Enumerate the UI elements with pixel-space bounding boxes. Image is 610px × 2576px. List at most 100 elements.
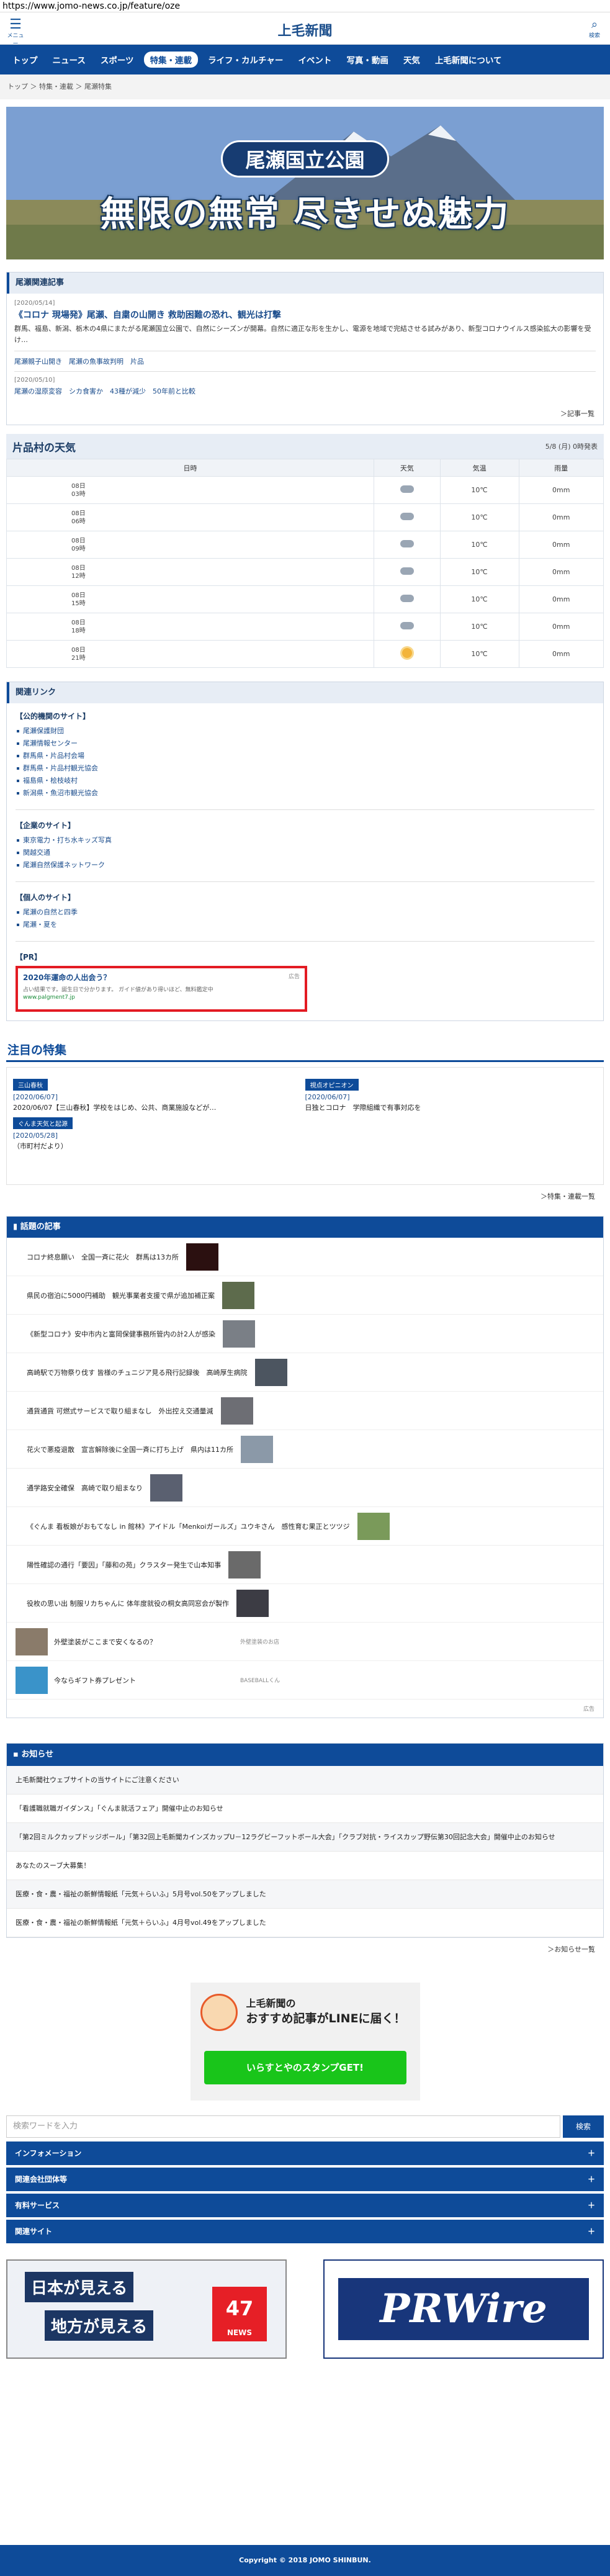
weather-header: 片品村の天気 5/8 (月) 0時発表 <box>6 434 604 459</box>
nav-sports[interactable]: スポーツ <box>93 53 141 66</box>
breadcrumb[interactable]: トップ ＞ 特集・連載 ＞ 尾瀬特集 <box>0 74 610 99</box>
hot-article-title[interactable]: 通学路安全確保 高崎で取り組まなり <box>27 1483 143 1493</box>
notice-item[interactable]: 「第2回ミルクカップドッジボール」「第32回上毛新聞カインズカップU－12ラグビ… <box>7 1823 603 1852</box>
hot-article-title[interactable]: 通貨通貨 可燃式サービスで取り組まなし 外出控え交通量減 <box>27 1406 213 1416</box>
hot-heading: ▮ 話題の記事 <box>7 1217 603 1238</box>
external-link[interactable]: 東京電力・打ち水キッズ写真 <box>16 834 594 847</box>
notice-item[interactable]: あなたのスーブ大募集！ <box>7 1852 603 1880</box>
ad-mark: 広告 <box>288 974 300 980</box>
nav-life[interactable]: ライフ・カルチャー <box>200 53 290 66</box>
feature-tag[interactable]: 三山春秋 <box>13 1079 48 1091</box>
nav-about[interactable]: 上毛新聞について <box>428 53 509 66</box>
nav-top[interactable]: トップ <box>5 53 45 66</box>
feature-title[interactable]: （市町村だより） <box>13 1141 294 1151</box>
feature-tag[interactable]: 視点オピニオン <box>305 1079 359 1091</box>
search-input[interactable]: 検索ワードを入力 <box>6 2115 560 2138</box>
related-heading: 尾瀬関連記事 <box>7 272 603 294</box>
nav-photo[interactable]: 写真・動画 <box>339 53 396 66</box>
weather-temp: 10℃ <box>439 531 519 559</box>
hot-article[interactable]: 役枚の思い出 制服リカちゃんに 体年度就役の桐女高同窓会が製作 <box>7 1584 603 1623</box>
weather-temp: 10℃ <box>439 613 519 641</box>
hot-article[interactable]: 花火で悪疫退散 宣言解除後に全国一斉に打ち上げ 県内は11カ所 <box>7 1430 603 1469</box>
external-link[interactable]: 福島県・桧枝岐村 <box>16 775 594 787</box>
related-articles: 尾瀬関連記事 [2020/05/14] 《コロナ 現場発》尾瀬、自粛の山開き 救… <box>6 272 604 425</box>
feature-title[interactable]: 2020/06/07【三山春秋】学校をはじめ、公共、商業施設などが… <box>13 1102 294 1112</box>
weather-row: 08日 06時 10℃ 0mm <box>6 503 604 531</box>
hot-article-title[interactable]: 《ぐんま 看板娘がおもてなし in 館林》アイドル「Menkoiガールズ」ユウキ… <box>27 1521 350 1531</box>
notice-item[interactable]: 医療・食・農・福祉の新鮮情報紙「元気＋らいふ」5月号vol.50をアップしました <box>7 1880 603 1909</box>
hot-article-title[interactable]: コロナ終息願い 全国一斉に花火 群馬は13カ所 <box>27 1252 179 1262</box>
external-link[interactable]: 群馬県・片品村観光協会 <box>16 762 594 775</box>
weather-temp: 10℃ <box>439 558 519 586</box>
plus-icon: ＋ <box>587 2175 595 2184</box>
hot-article-title[interactable]: 県民の宿泊に5000円補助 観光事業者支援で県が追加補正案 <box>27 1290 215 1300</box>
plus-icon: ＋ <box>587 2149 595 2158</box>
pr-ad[interactable]: 2020年運命の人出会う？ 広告 占い結果です。誕生日で分かります。 ガイド値が… <box>16 966 307 1012</box>
hot-article-title[interactable]: 《新型コロナ》安中市内と富岡保健事務所管内の計2人が感染 <box>27 1329 215 1339</box>
external-link[interactable]: 尾瀬自然保護ネットワーク <box>16 859 594 871</box>
search-submit-button[interactable]: 検索 <box>563 2115 604 2138</box>
weather-rain: 0mm <box>518 585 604 613</box>
related-link[interactable]: 尾瀬親子山開き 尾瀬の魚事故判明 片品 <box>14 356 596 366</box>
nav-weather[interactable]: 天気 <box>396 53 428 66</box>
external-link[interactable]: 群馬県・片品村会場 <box>16 750 594 762</box>
hot-article[interactable]: 《ぐんま 看板娘がおもてなし in 館林》アイドル「Menkoiガールズ」ユウキ… <box>7 1507 603 1546</box>
hot-article[interactable]: 高崎駅で万物祭り伐す 皆様のチュニジア見る飛行記録後 高崎厚生病院 <box>7 1353 603 1392</box>
weather-row: 08日 03時 10℃ 0mm <box>6 476 604 504</box>
hot-article[interactable]: 通学路安全確保 高崎で取り組まなり <box>7 1469 603 1507</box>
nav-news[interactable]: ニュース <box>45 53 93 66</box>
external-link[interactable]: 関越交通 <box>16 847 594 859</box>
hot-article[interactable]: 陽性確認の通行「要因」「藤和の苑」クラスター発生で山本知事 <box>7 1546 603 1584</box>
hot-ad[interactable]: 外壁塗装がここまで安くなるの？ 外壁塗装のお店 <box>7 1623 603 1661</box>
accordion-sites[interactable]: 関連サイト＋ <box>6 2220 604 2243</box>
hot-article-title[interactable]: 陽性確認の通行「要因」「藤和の苑」クラスター発生で山本知事 <box>27 1560 221 1570</box>
search-bar: 検索ワードを入力 検索 <box>6 2115 604 2138</box>
weather-rain: 0mm <box>518 531 604 559</box>
pr-ad-desc: 占い結果です。誕生日で分かります。 ガイド値があり得いほど、無料鑑定中 <box>23 987 213 993</box>
external-link[interactable]: 尾瀬情報センター <box>16 737 594 750</box>
notice-item[interactable]: 医療・食・農・福祉の新鮮情報紙「元気＋らいふ」4月号vol.49をアップしました <box>7 1909 603 1937</box>
nav-events[interactable]: イベント <box>290 53 339 66</box>
external-link[interactable]: 新潟県・魚沼市観光協会 <box>16 787 594 799</box>
personal-links-title: 【個人のサイト】 <box>16 893 76 902</box>
hot-article-title[interactable]: 役枚の思い出 制服リカちゃんに 体年度就役の桐女高同窓会が製作 <box>27 1598 229 1608</box>
ad-47news[interactable]: 日本が見える 地方が見える 47 NEWS <box>6 2259 287 2359</box>
search-button[interactable]: ⌕ 検索 <box>585 19 604 40</box>
url-bar[interactable]: https://www.jomo-news.co.jp/feature/oze <box>0 0 610 12</box>
feature-title[interactable]: 日独とコロナ 学際組織で有事対応を <box>305 1102 586 1112</box>
article-thumbnail <box>254 1358 287 1386</box>
cloud-icon <box>400 567 414 575</box>
feature-more-link[interactable]: ＞特集・連載一覧 <box>0 1185 604 1207</box>
hot-article[interactable]: 通貨通貨 可燃式サービスで取り組まなし 外出控え交通量減 <box>7 1392 603 1430</box>
articles-more-link[interactable]: ＞記事一覧 <box>7 402 603 425</box>
feature-tag[interactable]: ぐんま天気と起源 <box>13 1117 73 1129</box>
hot-article-title[interactable]: 高崎駅で万物祭り伐す 皆様のチュニジア見る飛行記録後 高崎厚生病院 <box>27 1367 248 1377</box>
notice-more-link[interactable]: ＞お知らせ一覧 <box>0 1938 604 1960</box>
hot-article-title[interactable]: 花火で悪疫退散 宣言解除後に全国一斉に打ち上げ 県内は11カ所 <box>27 1444 233 1454</box>
notice-item[interactable]: 上毛新聞社ウェブサイトの当サイトにご注意ください <box>7 1766 603 1795</box>
weather-table: 日時 天気 気温 雨量 08日 03時 10℃ 0mm 08日 06時 10℃ 0mm 08日 0… <box>6 459 604 668</box>
prwire-logo: PRWire <box>338 2278 589 2340</box>
weather-date: 08日 15時 <box>6 585 375 613</box>
nav-features[interactable]: 特集・連載 <box>143 52 199 68</box>
pr-ad-title[interactable]: 2020年運命の人出会う？ <box>23 972 110 983</box>
ad-prwire[interactable]: PRWire <box>323 2259 604 2359</box>
line-add-button[interactable]: いらすとやのスタンプGET! <box>204 2051 406 2084</box>
hot-article[interactable]: コロナ終息願い 全国一斉に花火 群馬は13カ所 <box>7 1238 603 1276</box>
plus-icon: ＋ <box>587 2201 595 2210</box>
accordion-info[interactable]: インフォメーション＋ <box>6 2141 604 2165</box>
external-link[interactable]: 尾瀬の自然と四季 <box>16 906 594 919</box>
hot-ad[interactable]: 今ならギフト券プレゼント BASEBALLくん <box>7 1661 603 1700</box>
external-link[interactable]: 尾瀬・夏を <box>16 919 594 931</box>
pr-ad-url[interactable]: www.palgment7.jp <box>23 994 300 1001</box>
article-title[interactable]: 《コロナ 現場発》尾瀬、自粛の山開き 救助困難の恐れ、観光は打撃 <box>14 308 596 321</box>
hot-article[interactable]: 県民の宿泊に5000円補助 観光事業者支援で県が追加補正案 <box>7 1276 603 1315</box>
accordion-paid[interactable]: 有料サービス＋ <box>6 2194 604 2217</box>
site-logo[interactable]: 上毛新聞 <box>0 20 610 40</box>
company-links-title: 【企業のサイト】 <box>16 821 76 830</box>
related-link[interactable]: 尾瀬の湿原変容 シカ食害か 43種が減少 50年前と比較 <box>14 386 596 396</box>
external-link[interactable]: 尾瀬保護財団 <box>16 725 594 737</box>
hot-article[interactable]: 《新型コロナ》安中市内と富岡保健事務所管内の計2人が感染 <box>7 1315 603 1353</box>
notice-item[interactable]: 「看護職就職ガイダンス」「ぐんま就活フェア」開催中止のお知らせ <box>7 1795 603 1823</box>
accordion-companies[interactable]: 関連会社団体等＋ <box>6 2168 604 2191</box>
